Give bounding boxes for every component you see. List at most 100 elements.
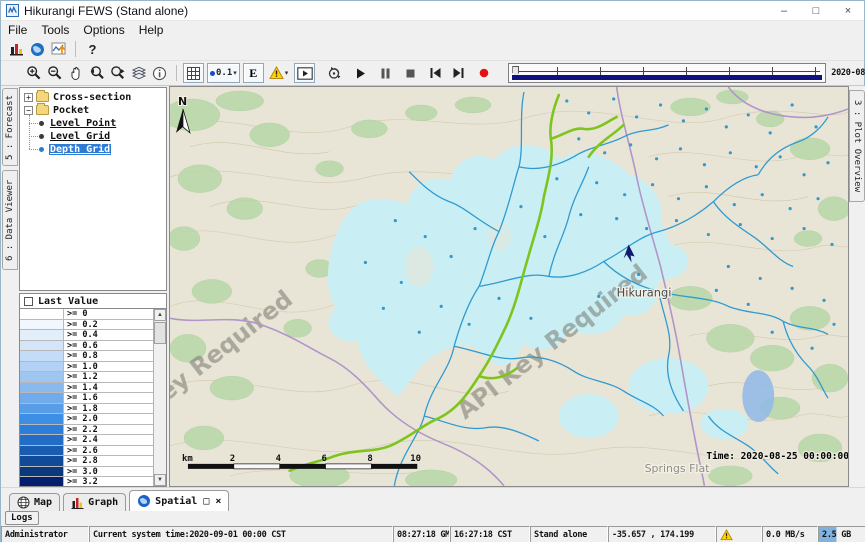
tree-node-cross-section[interactable]: + Cross-section (24, 91, 166, 103)
maximize-button[interactable]: □ (800, 1, 832, 20)
expand-icon[interactable]: + (24, 93, 33, 102)
legend-swatch (20, 446, 64, 456)
contour-interval-dropdown[interactable]: 0.1 ▾ (207, 63, 240, 83)
status-gmt-time: 08:27:18 GMT (393, 526, 450, 542)
timeseries-dialog-icon[interactable] (48, 39, 69, 59)
bullet-icon (39, 121, 44, 126)
tab-maximize-icon[interactable]: □ (203, 496, 209, 507)
tab-graph[interactable]: Graph (63, 493, 126, 511)
skip-to-end-icon[interactable] (448, 63, 469, 83)
grid-display-icon[interactable] (183, 63, 204, 83)
town-label: Hikurangi (617, 285, 672, 299)
menu-file[interactable]: File (1, 21, 34, 38)
interval-dot-icon (210, 71, 215, 76)
scrollbar-thumb[interactable] (154, 322, 166, 344)
stop-icon[interactable] (400, 63, 421, 83)
tab-close-icon[interactable]: × (215, 496, 221, 507)
tree-leaf-level-point[interactable]: Level Point (29, 117, 166, 129)
tree-node-pocket[interactable]: − Pocket (24, 104, 166, 116)
toolbar-separator (75, 41, 76, 57)
status-bar: Administrator Current system time:2020-0… (1, 526, 865, 542)
north-label: N (178, 95, 187, 108)
legend-swatch (20, 435, 64, 445)
left-tab-strip: 5 : Forecast 6 : Data Viewer (1, 86, 19, 487)
timeline-range-bar (512, 75, 822, 80)
tree-leaf-label: Level Point (49, 118, 117, 129)
legend-row: >= 0.4 (20, 330, 153, 341)
minimize-button[interactable]: – (768, 1, 800, 20)
thresholds-dropdown[interactable]: ▾ (267, 63, 291, 83)
tab-spatial[interactable]: Spatial □ × (129, 490, 229, 511)
map-display-icon[interactable] (27, 39, 48, 59)
legend-row: >= 1.4 (20, 383, 153, 394)
tab-plot-overview[interactable]: 3 : Plot Overview (849, 90, 865, 202)
help-button[interactable]: ? (82, 39, 103, 59)
zoom-out-icon[interactable] (44, 63, 65, 83)
tab-data-viewer[interactable]: 6 : Data Viewer (2, 170, 18, 270)
legend-swatch (20, 320, 64, 330)
document-tab-bar: Map Graph Spatial □ × (1, 487, 865, 511)
layers-icon[interactable] (128, 63, 149, 83)
zoom-next-icon[interactable] (107, 63, 128, 83)
pan-hand-icon[interactable] (65, 63, 86, 83)
movie-loop-icon[interactable] (323, 63, 344, 83)
menu-options[interactable]: Options (76, 21, 131, 38)
chevron-down-icon: ▾ (285, 69, 289, 77)
svg-text:10: 10 (410, 454, 421, 464)
pause-icon[interactable] (375, 63, 396, 83)
tab-forecast[interactable]: 5 : Forecast (2, 88, 18, 166)
tab-map[interactable]: Map (9, 493, 60, 511)
legend-rows: >= 0 >= 0.2 >= 0.4 >= 0.6 >= 0.8 >= 1.0 … (20, 309, 153, 486)
globe-wireframe-icon (17, 496, 30, 509)
tab-spatial-label: Spatial (155, 496, 197, 507)
timeline-slider[interactable] (508, 63, 826, 83)
tree-leaf-level-grid[interactable]: Level Grid (29, 130, 166, 142)
zoom-previous-icon[interactable] (86, 63, 107, 83)
svg-text:8: 8 (367, 454, 372, 464)
application-window: Hikurangi FEWS (Stand alone) – □ × File … (0, 0, 865, 542)
globe-blue-icon (137, 494, 151, 508)
animation-panel-icon[interactable] (294, 63, 315, 83)
tree-node-label: Cross-section (53, 92, 131, 103)
database-viewer-icon[interactable] (6, 39, 27, 59)
legend-swatch (20, 383, 64, 393)
legend-row: >= 3.2 (20, 477, 153, 487)
last-value-label: Last Value (38, 296, 98, 307)
status-warning-cell[interactable] (716, 526, 762, 542)
scale-unit: km (182, 454, 193, 464)
legend-scrollbar[interactable]: ▲ ▼ (153, 309, 166, 486)
play-icon[interactable] (350, 63, 371, 83)
record-icon[interactable] (473, 63, 494, 83)
zoom-in-icon[interactable] (23, 63, 44, 83)
status-memory: 2.5 GB (818, 526, 865, 542)
status-coordinates: -35.657 , 174.199 (608, 526, 716, 542)
legend-swatch (20, 351, 64, 361)
info-icon[interactable] (149, 63, 170, 83)
menu-help[interactable]: Help (132, 21, 171, 38)
window-title: Hikurangi FEWS (Stand alone) (24, 4, 188, 18)
scroll-down-icon[interactable]: ▼ (154, 474, 166, 486)
menu-bar: File Tools Options Help (1, 21, 864, 38)
elevation-labels-icon[interactable]: E (243, 63, 264, 83)
logs-button[interactable]: Logs (5, 511, 39, 525)
tree-leaf-depth-grid[interactable]: Depth Grid (29, 143, 166, 155)
folder-icon (36, 105, 49, 115)
close-button[interactable]: × (832, 1, 864, 20)
legend-row: >= 0.2 (20, 320, 153, 331)
last-value-checkbox[interactable] (24, 297, 33, 306)
skip-to-start-icon[interactable] (425, 63, 446, 83)
svg-text:2: 2 (230, 454, 235, 464)
menu-tools[interactable]: Tools (34, 21, 76, 38)
status-local-time: 16:27:18 CST (450, 526, 530, 542)
status-user: Administrator (1, 526, 89, 542)
collapse-icon[interactable]: − (24, 106, 33, 115)
tree-leaf-label: Level Grid (49, 131, 111, 142)
app-logo-icon (6, 4, 19, 17)
title-bar: Hikurangi FEWS (Stand alone) – □ × (1, 1, 864, 21)
toolbar-separator (176, 65, 177, 81)
legend-row: >= 2.4 (20, 435, 153, 446)
scroll-up-icon[interactable]: ▲ (154, 309, 166, 321)
status-mode: Stand alone (530, 526, 608, 542)
map-viewport[interactable]: API Key Required API Key Required (169, 86, 849, 487)
legend-swatch (20, 404, 64, 414)
